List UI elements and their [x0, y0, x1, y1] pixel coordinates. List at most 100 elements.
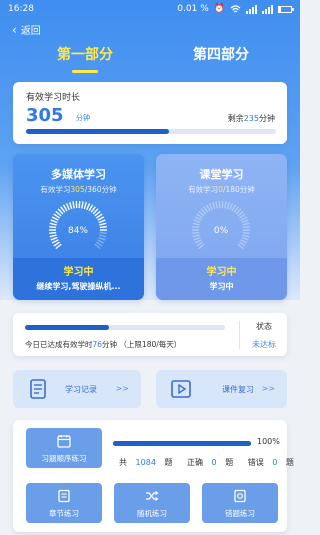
multimedia-gauge-tick [69, 202, 73, 210]
multimedia-gauge-tick [51, 239, 59, 244]
classroom-gauge-tick [205, 204, 211, 212]
multimedia-gauge-percent-label: 84% [68, 226, 88, 236]
multimedia-gauge-tick [86, 203, 91, 211]
tab-part-four[interactable]: 第四部分 [193, 44, 249, 64]
classroom-gauge-tick [208, 203, 213, 211]
classroom-gauge-tick [240, 216, 248, 221]
multimedia-footer: 学习中 继续学习,驾驶操纵机... [13, 258, 144, 300]
state-label: 状态 [256, 322, 272, 331]
multimedia-gauge-tick [99, 222, 107, 226]
data-speed: 0.01 % [177, 4, 209, 14]
multimedia-gauge-tick [81, 201, 84, 209]
effective-study-progress-fill [26, 129, 169, 134]
practice-progress-bar [113, 441, 251, 446]
multimedia-gauge-tick [50, 236, 58, 241]
multimedia-gauge-tick [99, 225, 107, 229]
multimedia-gauge-tick [50, 219, 58, 224]
multimedia-continue[interactable]: 继续学习,驾驶操纵机... [13, 281, 144, 292]
courseware-review-button[interactable]: 课件复习 >> [156, 370, 287, 408]
multimedia-gauge-tick [72, 201, 75, 209]
classroom-gauge-tick [224, 201, 227, 209]
multimedia-gauge-tick [49, 225, 57, 229]
chapter-practice-button[interactable]: 章节练习 [26, 483, 102, 523]
state-value: 未达标 [252, 340, 276, 349]
chevron-left-icon: ‹ [12, 22, 17, 37]
practice-progress-fill [113, 441, 251, 446]
multimedia-gauge-tick [99, 234, 107, 238]
classroom-gauge-tick [194, 239, 202, 244]
total-questions: 共 1084 题 [119, 458, 173, 467]
daily-progress-text: 今日已达成有效学时76分钟 （上限180/每天） [25, 340, 182, 349]
multimedia-gauge-tick [99, 231, 107, 235]
alarm-icon: ⏰ [213, 4, 225, 14]
multimedia-gauge-tick [97, 216, 105, 221]
multimedia-progress-gauge: 84% [49, 201, 107, 250]
document-icon [30, 379, 46, 399]
classroom-gauge-tick [192, 234, 200, 238]
battery-icon [278, 5, 294, 13]
back-button[interactable]: ‹ 返回 [12, 22, 41, 38]
multimedia-gauge-tick [65, 203, 70, 211]
classroom-footer: 学习中 学习中 [156, 258, 287, 300]
courseware-review-label: 课件复习 [222, 385, 254, 394]
double-chevron-icon: >> [115, 384, 129, 393]
multimedia-gauge-tick [83, 202, 87, 210]
remaining-time: 剩余235分钟 [227, 114, 275, 123]
classroom-gauge-tick [229, 203, 234, 211]
classroom-desc: 学习中 [209, 282, 234, 291]
calendar-icon [57, 435, 71, 448]
double-chevron-icon: >> [261, 384, 275, 393]
daily-progress-bar [25, 325, 225, 330]
classroom-gauge-tick [192, 225, 200, 229]
classroom-gauge-percent-label: 0% [214, 226, 229, 236]
wifi-icon [230, 4, 241, 12]
sequential-practice-label: 习题顺序练习 [41, 454, 87, 463]
signal-icon-2 [262, 4, 273, 14]
effective-study-card: 有效学习时长 305 分钟 剩余235分钟 [13, 82, 287, 144]
sequential-practice-button[interactable]: 习题顺序练习 [26, 428, 102, 468]
classroom-gauge-tick [192, 222, 200, 226]
correct-count: 正确 0 题 [187, 458, 234, 467]
active-tab-indicator [72, 70, 98, 73]
classroom-gauge-tick [212, 202, 216, 210]
shuffle-icon [146, 491, 159, 501]
multimedia-gauge-tick [51, 216, 59, 221]
classroom-gauge-tick [231, 204, 237, 212]
wrong-count: 错误 0 题 [247, 458, 294, 467]
signal-icon [246, 4, 257, 14]
effective-study-unit: 分钟 [76, 114, 90, 122]
classroom-gauge-tick [192, 231, 200, 235]
classroom-gauge-tick [226, 202, 230, 210]
part-tabs: 第一部分 第四部分 [0, 44, 300, 74]
random-practice-button[interactable]: 随机练习 [114, 483, 190, 523]
study-record-button[interactable]: 学习记录 >> [13, 370, 141, 408]
effective-study-progress [26, 129, 276, 134]
classroom-subtitle: 有效学习0/180分钟 [188, 185, 255, 194]
classroom-study-card[interactable]: 课堂学习 有效学习0/180分钟 0% 学习中 学习中 [156, 154, 287, 300]
practice-stats: 共 1084 题 正确 0 题 错误 0 题 [119, 457, 306, 468]
classroom-gauge-tick [241, 219, 249, 224]
multimedia-subtitle: 有效学习305/360分钟 [40, 185, 117, 194]
effective-study-value: 305 [26, 105, 64, 126]
classroom-gauge-tick [242, 222, 250, 226]
classroom-gauge-tick [242, 231, 250, 235]
play-icon [171, 380, 191, 398]
classroom-gauge-tick [194, 216, 202, 221]
daily-progress-card: 今日已达成有效学时76分钟 （上限180/每天） 状态 未达标 [13, 313, 287, 356]
wrong-questions-practice-label: 错题练习 [225, 509, 255, 518]
chapter-practice-label: 章节练习 [49, 509, 79, 518]
wrong-questions-practice-button[interactable]: 错题练习 [202, 483, 278, 523]
multimedia-study-card[interactable]: 多媒体学习 有效学习305/360分钟 84% 学习中 继续学习,驾驶操纵机..… [13, 154, 144, 300]
effective-study-title: 有效学习时长 [26, 93, 81, 103]
classroom-status: 学习中 [206, 267, 237, 278]
daily-progress-fill [25, 325, 109, 330]
random-practice-label: 随机练习 [137, 509, 167, 518]
tab-part-one[interactable]: 第一部分 [57, 44, 113, 64]
classroom-gauge-tick [193, 219, 201, 224]
status-time: 16:28 [8, 4, 34, 14]
multimedia-title: 多媒体学习 [51, 168, 106, 181]
multimedia-gauge-tick [98, 236, 106, 241]
classroom-gauge-tick [241, 236, 249, 241]
practice-percent: 100% [257, 437, 280, 446]
classroom-gauge-tick [193, 236, 201, 241]
